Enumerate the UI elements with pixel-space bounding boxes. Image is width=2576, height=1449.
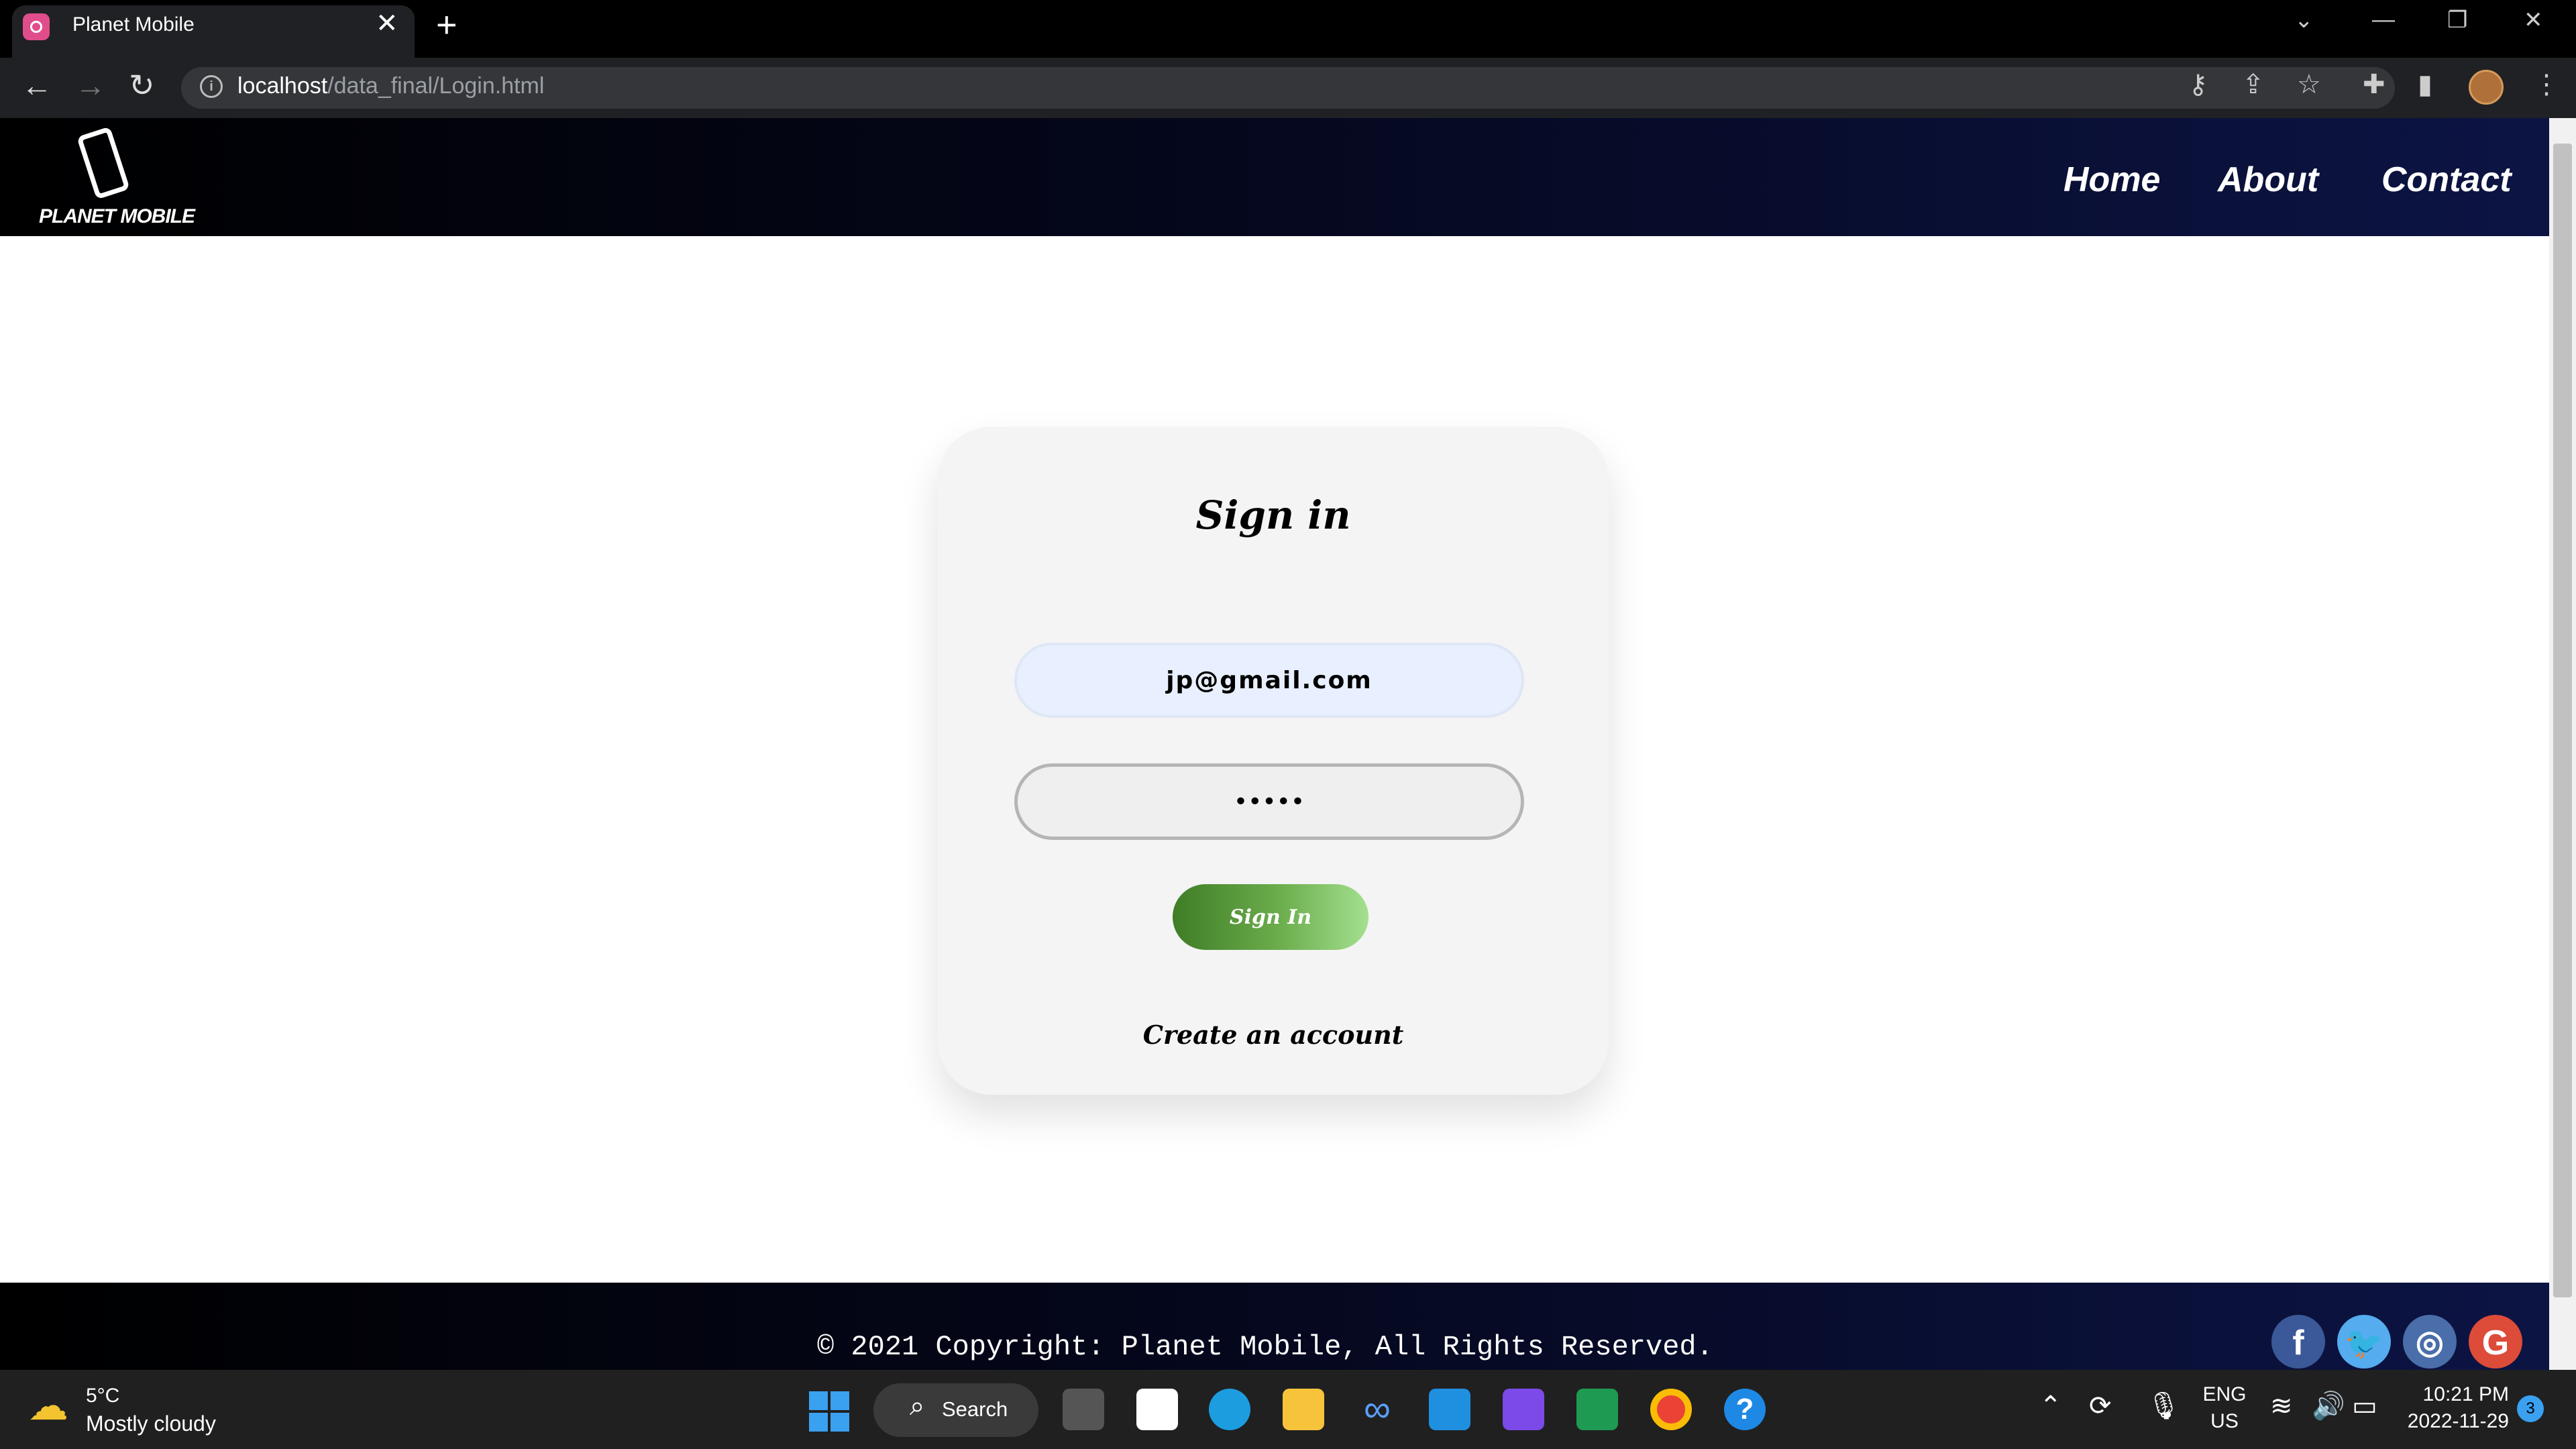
new-tab-icon[interactable]: +	[436, 7, 458, 43]
extensions-icon[interactable]: ✚	[2363, 71, 2385, 98]
password-field[interactable]	[1014, 763, 1524, 840]
nav-about[interactable]: About	[2218, 160, 2318, 200]
site-header	[0, 118, 2549, 236]
language-region[interactable]: US	[2198, 1410, 2251, 1433]
close-window-icon[interactable]: ✕	[2524, 7, 2543, 34]
url-host: localhost	[237, 73, 328, 99]
sign-in-button[interactable]: Sign In	[1173, 884, 1368, 950]
intellij-icon[interactable]	[1503, 1389, 1544, 1430]
taskbar-search-label: Search	[942, 1397, 1008, 1421]
sync-icon[interactable]: ⟳	[2089, 1393, 2112, 1419]
back-icon[interactable]: ←	[21, 70, 52, 101]
wifi-icon[interactable]: ≋	[2270, 1393, 2293, 1419]
login-title: Sign in	[1195, 492, 1351, 538]
clock-date[interactable]: 2022-11-29	[2400, 1410, 2509, 1433]
facebook-icon[interactable]: f	[2271, 1315, 2325, 1368]
weather-temperature[interactable]: 5°C	[86, 1385, 119, 1407]
password-key-icon[interactable]: ⚷	[2188, 71, 2208, 98]
nav-contact[interactable]: Contact	[2381, 160, 2512, 200]
chrome-icon[interactable]	[1650, 1389, 1692, 1430]
volume-icon[interactable]: 🔊	[2312, 1393, 2345, 1419]
battery-icon[interactable]: ▭	[2352, 1393, 2377, 1419]
tab-title: Planet Mobile	[72, 13, 195, 36]
share-icon[interactable]: ⇪	[2242, 71, 2265, 98]
task-view-icon[interactable]	[1063, 1389, 1104, 1430]
tray-overflow-chevron-icon[interactable]: ⌃	[2039, 1393, 2062, 1419]
search-icon: ⌕	[910, 1391, 925, 1421]
copyright-text: © 2021 Copyright: Planet Mobile, All Rig…	[817, 1331, 1713, 1363]
minimize-icon[interactable]: —	[2372, 7, 2395, 33]
file-explorer-icon[interactable]	[1283, 1389, 1324, 1430]
profile-avatar[interactable]	[2469, 70, 2504, 105]
copilot-infinity-icon[interactable]: ∞	[1356, 1389, 1398, 1430]
notification-badge[interactable]: 3	[2517, 1395, 2544, 1422]
clock-time[interactable]: 10:21 PM	[2408, 1383, 2509, 1406]
microsoft-store-icon[interactable]	[1136, 1389, 1178, 1430]
side-panel-icon[interactable]: ▮	[2418, 71, 2432, 98]
url-text[interactable]: localhost/data_final/Login.html	[237, 73, 544, 99]
help-icon[interactable]: ?	[1724, 1389, 1766, 1430]
weather-cloud-icon[interactable]: ☁	[28, 1386, 68, 1426]
tab-search-icon[interactable]: ⌄	[2294, 7, 2314, 34]
weather-description[interactable]: Mostly cloudy	[86, 1411, 216, 1436]
url-path: /data_final/Login.html	[327, 73, 545, 99]
create-account-link[interactable]: Create an account	[938, 1020, 1609, 1050]
edge-icon[interactable]	[1209, 1389, 1250, 1430]
reload-icon[interactable]: ↻	[129, 70, 155, 101]
instagram-icon[interactable]: ◎	[2403, 1315, 2457, 1368]
browser-menu-icon[interactable]: ⋮	[2533, 71, 2560, 98]
twitter-icon[interactable]: 🐦	[2337, 1315, 2391, 1368]
vscode-icon[interactable]	[1429, 1389, 1470, 1430]
scrollbar-thumb[interactable]	[2553, 144, 2572, 1297]
google-icon[interactable]: G	[2469, 1315, 2522, 1368]
forward-icon[interactable]: →	[75, 70, 106, 101]
tab-close-icon[interactable]: ✕	[376, 8, 398, 39]
pycharm-icon[interactable]	[1576, 1389, 1618, 1430]
microphone-icon[interactable]: 🎙	[2147, 1393, 2181, 1419]
tab-favicon-icon	[23, 13, 50, 40]
email-field[interactable]	[1014, 643, 1524, 718]
site-info-icon[interactable]: i	[200, 75, 223, 98]
language-code[interactable]: ENG	[2198, 1383, 2251, 1406]
windows-start-icon[interactable]	[809, 1391, 849, 1432]
bookmark-star-icon[interactable]: ☆	[2297, 71, 2321, 98]
nav-home[interactable]: Home	[2063, 160, 2160, 200]
logo-text[interactable]: PLANET MOBILE	[39, 205, 195, 228]
restore-icon[interactable]: ❐	[2447, 7, 2467, 34]
